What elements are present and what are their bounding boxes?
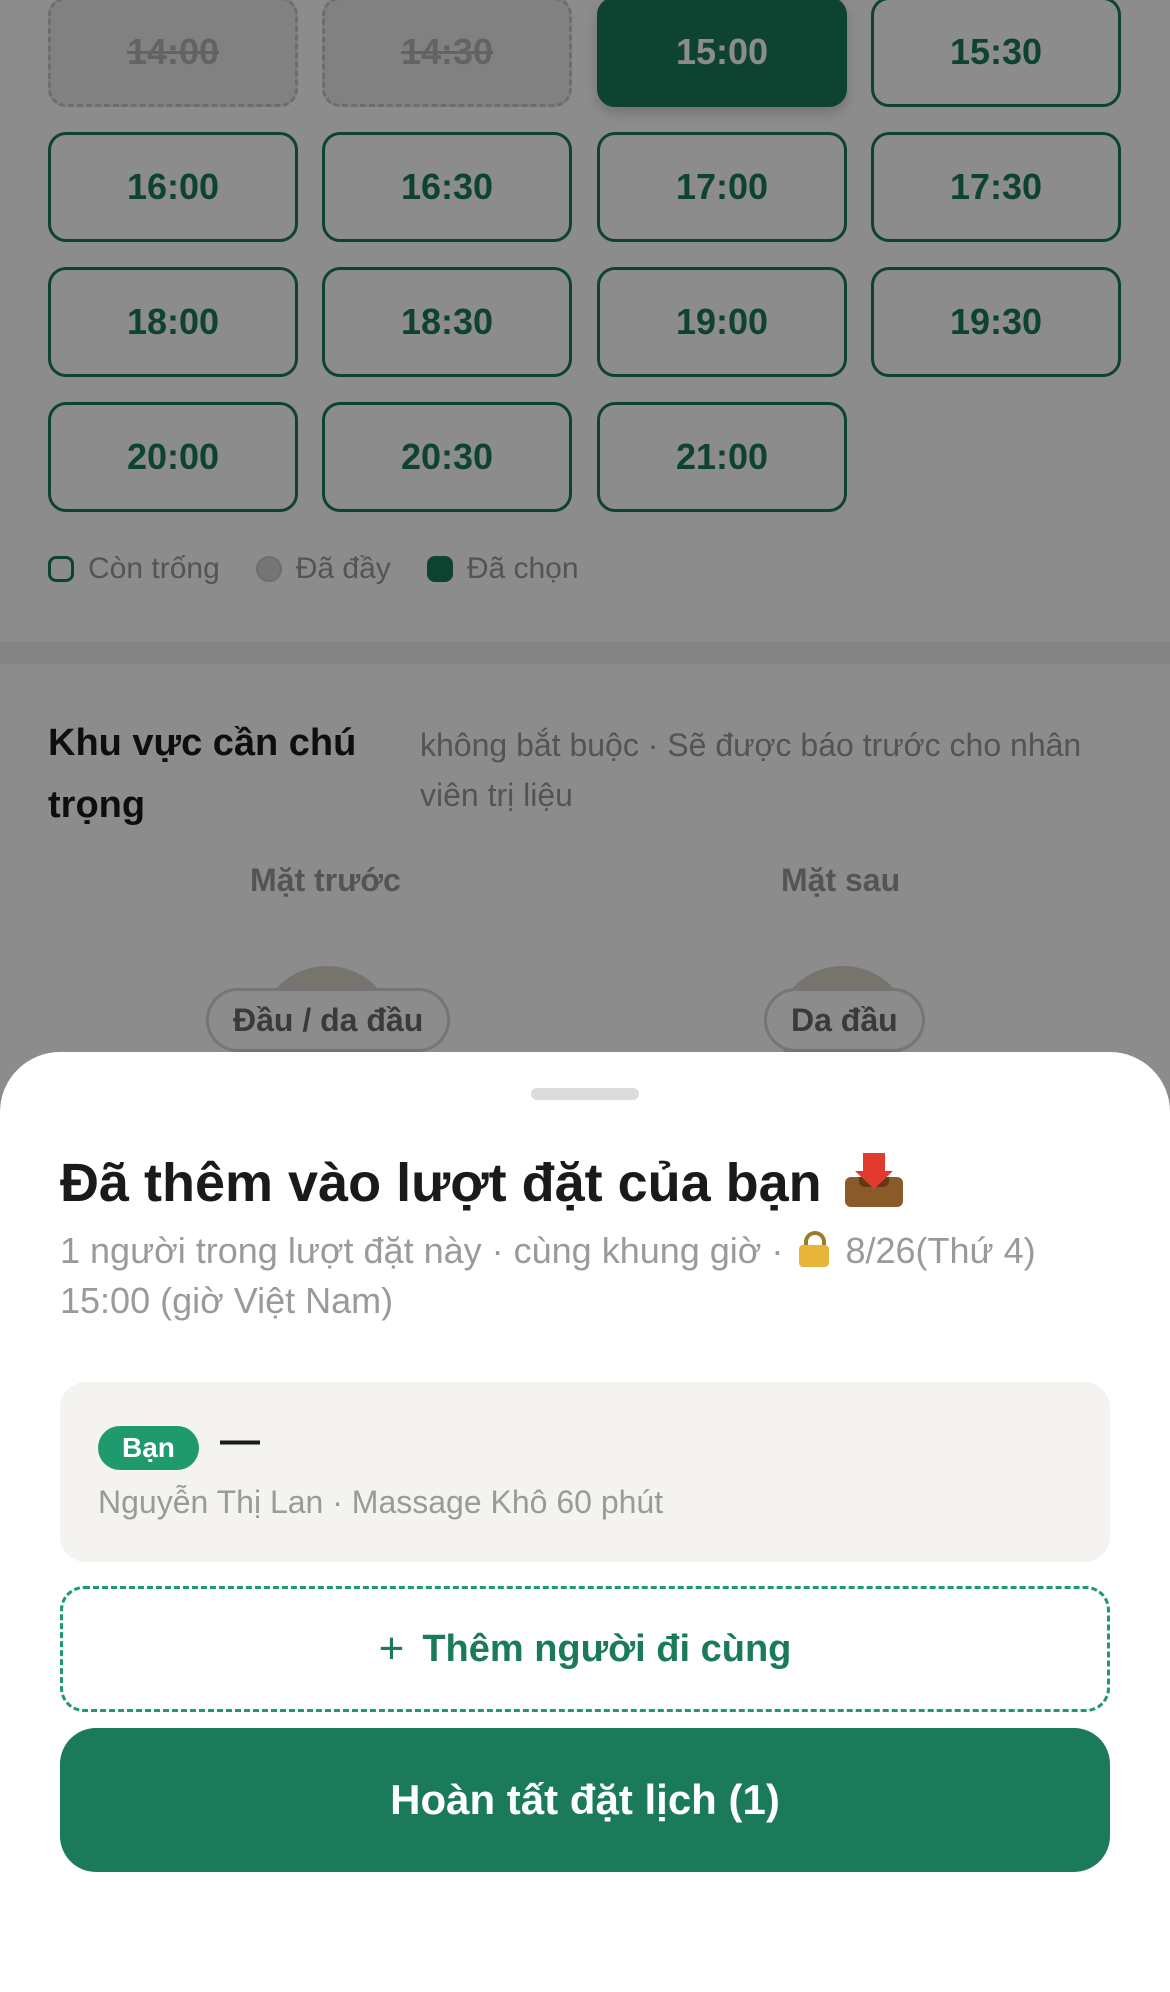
you-badge: Bạn bbox=[98, 1426, 199, 1470]
sheet-title: Đã thêm vào lượt đặt của bạn bbox=[60, 1152, 903, 1214]
member-name-placeholder: — bbox=[220, 1418, 260, 1462]
add-companion-button[interactable]: + Thêm người đi cùng bbox=[60, 1586, 1110, 1712]
booking-added-sheet: Đã thêm vào lượt đặt của bạn 1 người tro… bbox=[0, 1052, 1170, 1992]
plus-icon: + bbox=[378, 1624, 405, 1673]
subtitle-summary: 1 người trong lượt đặt này · cùng khung … bbox=[60, 1230, 784, 1271]
complete-booking-button[interactable]: Hoàn tất đặt lịch (1) bbox=[60, 1728, 1110, 1872]
inbox-tray-icon bbox=[844, 1153, 903, 1207]
sheet-drag-handle[interactable] bbox=[531, 1088, 639, 1100]
member-detail: Nguyễn Thị Lan · Massage Khô 60 phút bbox=[98, 1484, 664, 1520]
sheet-subtitle: 1 người trong lượt đặt này · cùng khung … bbox=[60, 1226, 1120, 1326]
lock-icon bbox=[799, 1231, 830, 1267]
member-card: Bạn — Nguyễn Thị Lan · Massage Khô 60 ph… bbox=[60, 1382, 1110, 1562]
sheet-title-text: Đã thêm vào lượt đặt của bạn bbox=[60, 1153, 822, 1213]
add-companion-label: Thêm người đi cùng bbox=[422, 1627, 792, 1670]
